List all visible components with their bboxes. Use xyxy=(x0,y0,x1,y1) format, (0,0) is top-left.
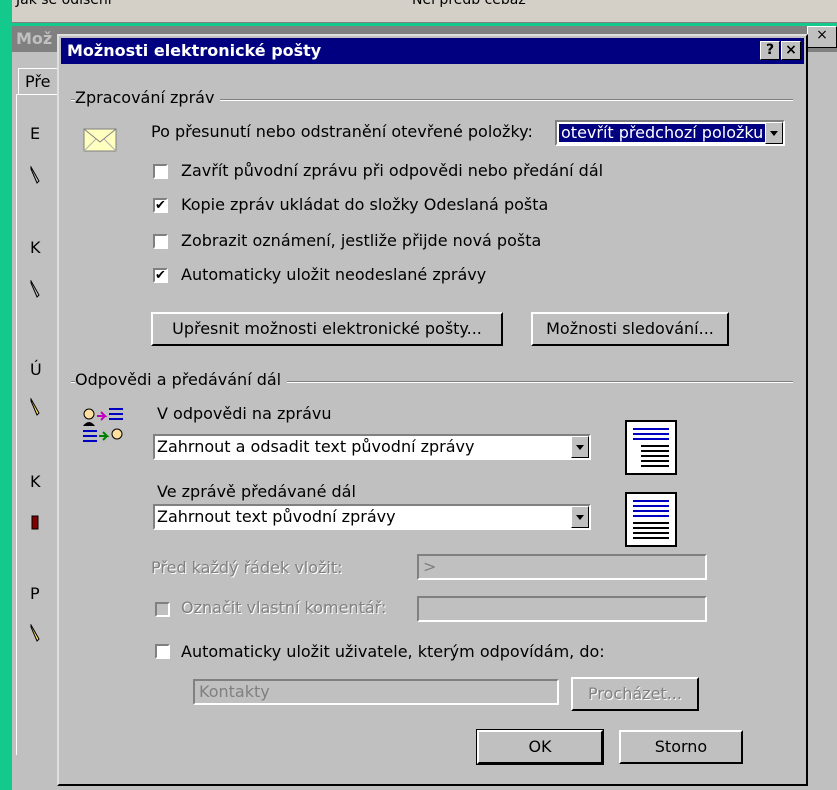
contacts-folder-field[interactable]: Kontakty xyxy=(193,679,559,705)
dropdown-arrow-icon[interactable] xyxy=(571,506,589,528)
tracking-options-button[interactable]: Možnosti sledování... xyxy=(531,312,729,346)
advanced-email-options-button[interactable]: Upřesnit možnosti elektronické pošty... xyxy=(151,312,503,346)
background-pencil-icon xyxy=(30,398,40,416)
background-top-strip: Jak se odlšení Nel předb čebaž xyxy=(12,0,837,23)
mark-comments-checkbox[interactable] xyxy=(155,602,170,617)
forward-value: Zahrnout text původní zprávy xyxy=(157,507,396,526)
dialog-title: Možnosti elektronické pošty xyxy=(67,41,322,60)
mark-comments-field[interactable] xyxy=(417,596,707,622)
background-section-letter: K xyxy=(30,472,41,491)
replies-group-title: Odpovědi a předávání dál xyxy=(75,370,288,389)
save-copies-label: Kopie zpráv ukládat do složky Odeslaná p… xyxy=(181,195,549,214)
background-pencil-icon xyxy=(30,280,40,298)
save-copies-checkbox[interactable]: ✔ xyxy=(153,198,168,213)
envelope-icon xyxy=(83,128,117,152)
dialog-title-bar[interactable]: Možnosti elektronické pošty ? × xyxy=(61,38,804,64)
close-original-label: Zavřít původní zprávu při odpovědi nebo … xyxy=(181,161,604,180)
reply-forward-icon xyxy=(83,408,123,442)
mark-comments-label: Označit vlastní komentář: xyxy=(181,598,387,617)
cancel-button[interactable]: Storno xyxy=(619,730,743,764)
new-mail-notification-label: Zobrazit oznámení, jestliže přijde nová … xyxy=(181,231,542,250)
reply-dropdown[interactable]: Zahrnout a odsadit text původní zprávy xyxy=(153,434,591,460)
dropdown-arrow-icon[interactable] xyxy=(571,436,589,458)
email-options-dialog: Možnosti elektronické pošty ? × Zpracová… xyxy=(57,34,808,786)
background-section-letter: P xyxy=(30,584,40,603)
prefix-label: Před každý řádek vložit: xyxy=(151,558,343,577)
background-section-letter: Ú xyxy=(30,360,42,379)
background-pencil-icon xyxy=(30,624,40,642)
background-strip-text-right: Nel předb čebaž xyxy=(412,0,526,8)
after-move-dropdown[interactable]: otevřít předchozí položku xyxy=(555,120,785,146)
background-section-letter: E xyxy=(30,124,41,143)
after-move-value: otevřít předchozí položku xyxy=(559,123,766,142)
background-bottle-icon xyxy=(31,515,39,530)
autosave-recipients-checkbox[interactable] xyxy=(155,644,170,659)
background-section-letter: K xyxy=(30,238,41,257)
close-original-checkbox[interactable] xyxy=(153,164,168,179)
help-button[interactable]: ? xyxy=(760,41,780,60)
dropdown-arrow-icon[interactable] xyxy=(765,122,783,144)
reply-label: V odpovědi na zprávu xyxy=(157,404,332,423)
close-button[interactable]: × xyxy=(781,41,801,60)
ok-button[interactable]: OK xyxy=(476,729,604,765)
after-move-label: Po přesunutí nebo odstranění otevřené po… xyxy=(151,122,533,141)
new-mail-notification-checkbox[interactable] xyxy=(153,234,168,249)
background-pencil-icon xyxy=(30,166,40,184)
forward-dropdown[interactable]: Zahrnout text původní zprávy xyxy=(153,504,591,530)
reply-value: Zahrnout a odsadit text původní zprávy xyxy=(157,437,475,456)
background-close-button[interactable]: × xyxy=(807,26,837,48)
background-strip-text-left: Jak se odlšení xyxy=(16,0,112,8)
prefix-field[interactable]: > xyxy=(417,554,707,580)
autosave-recipients-label: Automaticky uložit uživatele, kterým odp… xyxy=(181,642,605,661)
processing-group-title: Zpracování zpráv xyxy=(75,88,221,107)
forward-format-preview xyxy=(625,492,677,547)
reply-format-preview xyxy=(625,420,677,475)
forward-label: Ve zprávě předávané dál xyxy=(157,482,356,501)
browse-button[interactable]: Procházet... xyxy=(571,677,699,711)
autosave-unsent-label: Automaticky uložit neodeslané zprávy xyxy=(181,265,487,284)
autosave-unsent-checkbox[interactable]: ✔ xyxy=(153,268,168,283)
background-tab[interactable]: Pře xyxy=(18,68,62,94)
